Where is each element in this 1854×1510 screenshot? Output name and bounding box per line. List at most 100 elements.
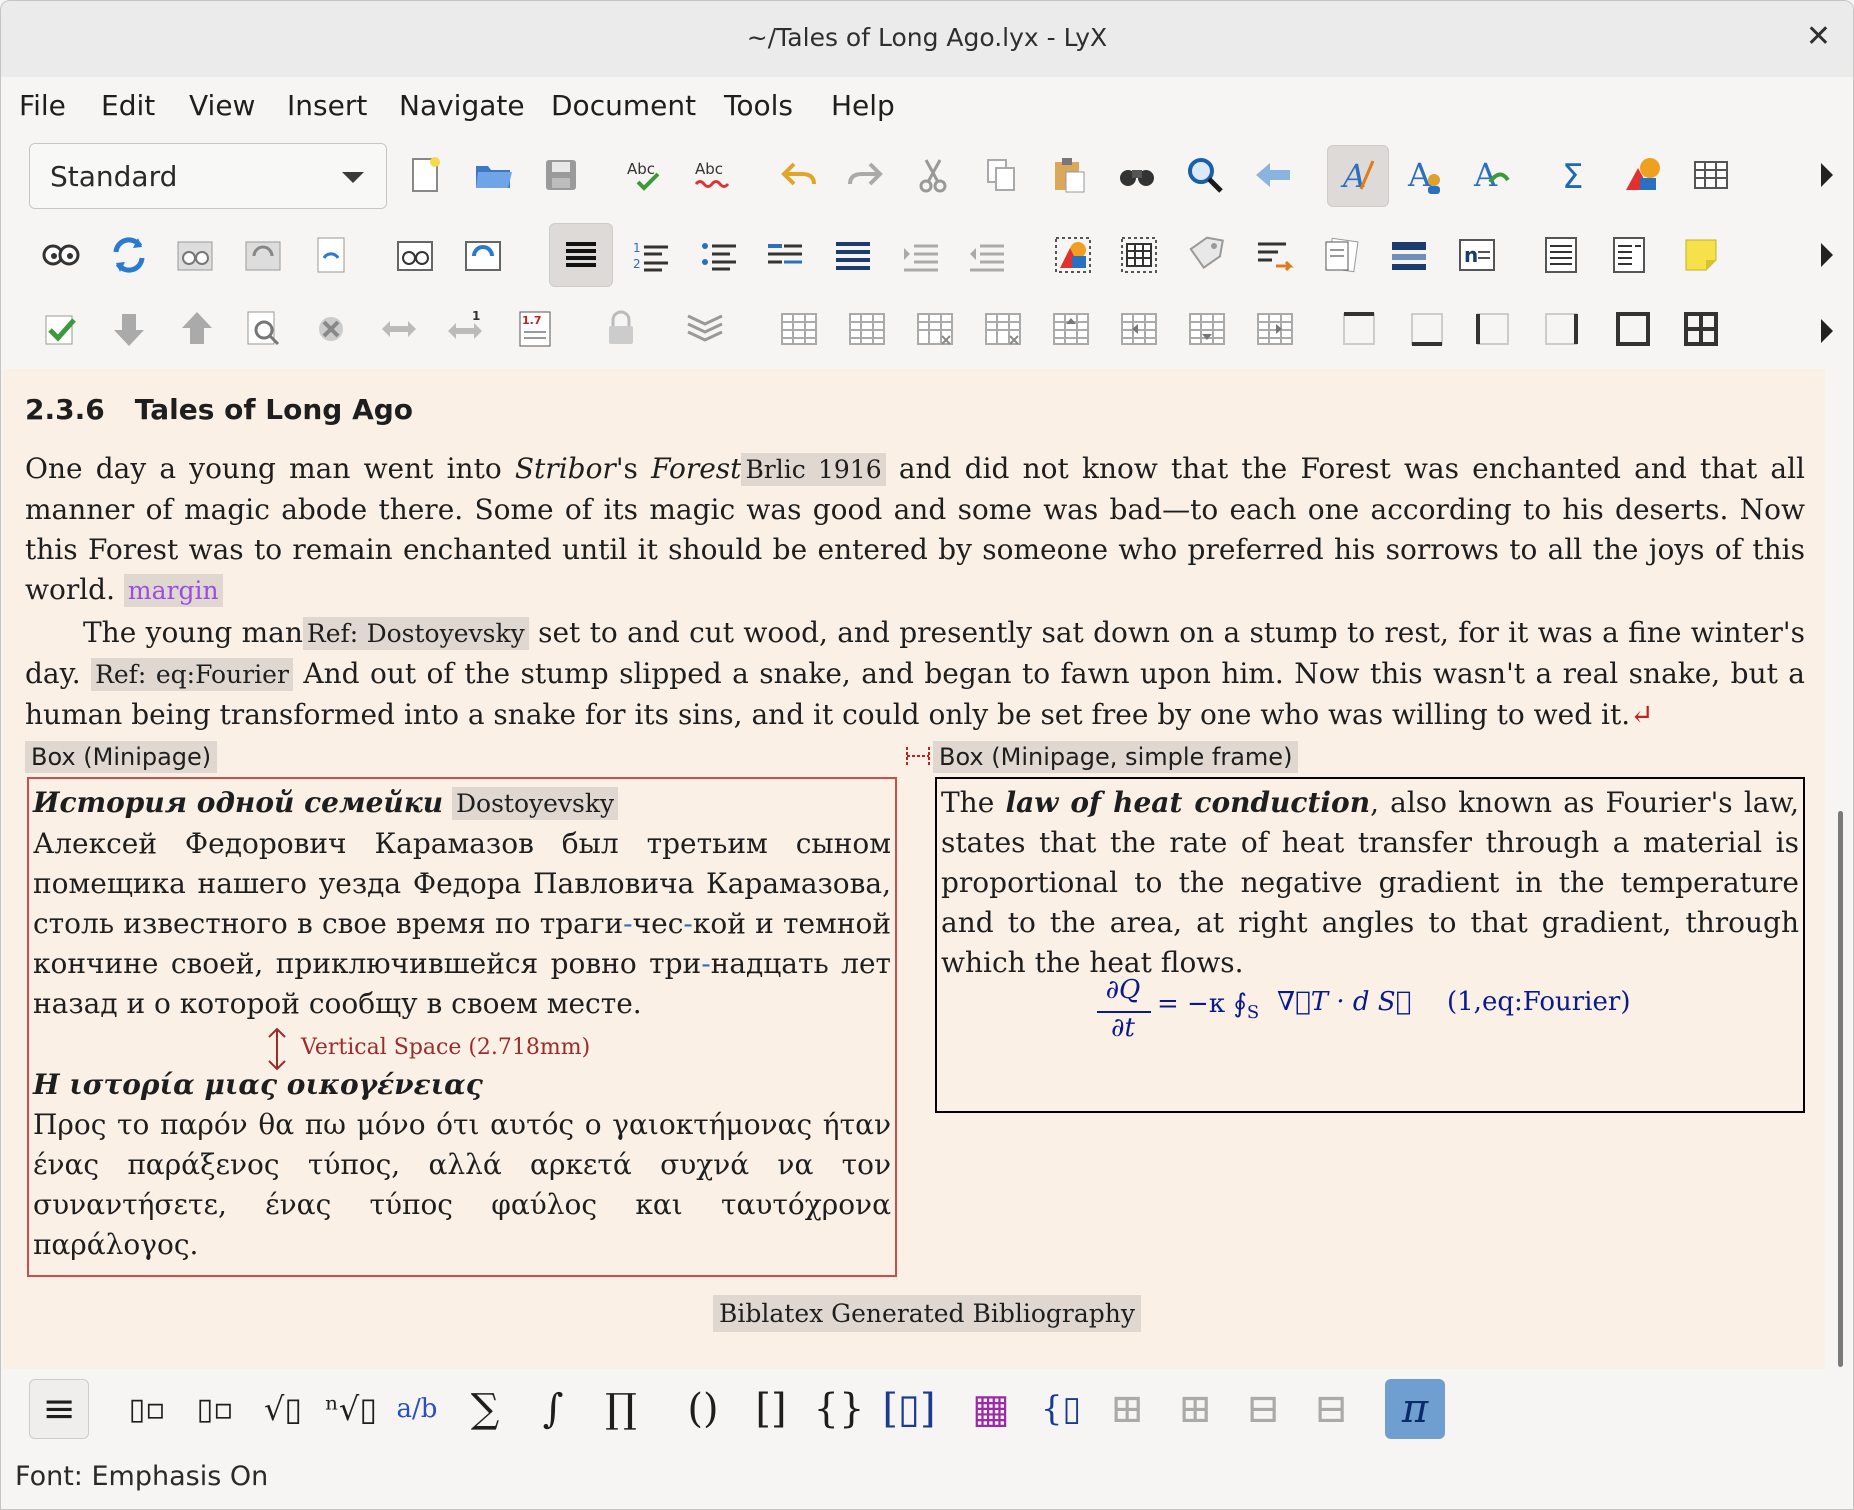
reject-change-icon[interactable] (303, 301, 359, 357)
scrollbar-thumb[interactable] (1838, 811, 1843, 1367)
reference-inset[interactable]: Ref: Dostoyevsky (302, 617, 529, 650)
menu-help[interactable]: Help (831, 89, 895, 122)
bibliography-inset[interactable]: Biblatex Generated Bibliography (713, 1295, 1141, 1332)
layers-icon[interactable] (677, 301, 733, 357)
close-icon[interactable]: ✕ (1806, 19, 1831, 54)
parentheses-icon[interactable]: () (673, 1379, 733, 1439)
view-master-icon[interactable] (167, 227, 223, 283)
table-append-column-icon[interactable] (839, 301, 895, 357)
open-icon[interactable] (465, 147, 521, 203)
merge-icon[interactable] (371, 301, 427, 357)
vertical-scrollbar[interactable] (1827, 369, 1853, 1369)
border-right-icon[interactable] (1533, 301, 1589, 357)
nomenclature-icon[interactable]: n (1449, 227, 1505, 283)
update-master-icon[interactable] (235, 227, 291, 283)
minipage-right[interactable]: The law of heat conduction, also known a… (935, 777, 1805, 1113)
sum-icon[interactable]: ∑ (455, 1379, 515, 1439)
spellcheck-continuous-icon[interactable]: Abc (685, 147, 741, 203)
margin-note-inset[interactable]: margin (123, 574, 223, 607)
update-icon[interactable] (101, 227, 157, 283)
menu-navigate[interactable]: Navigate (399, 89, 525, 122)
undo-icon[interactable] (771, 147, 827, 203)
accept-change-icon[interactable] (33, 301, 89, 357)
braces-icon[interactable]: {} (809, 1379, 869, 1439)
citation-inset[interactable]: Brlic 1916 (741, 453, 886, 486)
menu-edit[interactable]: Edit (101, 89, 155, 122)
toolbar-more-icon[interactable] (1815, 311, 1839, 351)
border-outer-icon[interactable] (1605, 301, 1661, 357)
enumerate-icon[interactable]: 12 (623, 227, 679, 283)
insert-figure-icon[interactable] (1045, 227, 1101, 283)
depth-increase-icon[interactable] (893, 227, 949, 283)
minipage-left[interactable]: История одной семейки Dostoyevsky Алексе… (27, 777, 897, 1277)
description-icon[interactable] (757, 227, 813, 283)
version-icon[interactable]: 1.7 (507, 301, 563, 357)
menu-insert[interactable]: Insert (287, 89, 367, 122)
update-source-icon[interactable] (455, 227, 511, 283)
brackets-icon[interactable]: [] (741, 1379, 801, 1439)
superscript-icon[interactable]: ▯▫ (185, 1379, 245, 1439)
list-icon[interactable] (825, 227, 881, 283)
border-left-icon[interactable] (1465, 301, 1521, 357)
paragraph-1[interactable]: One day a young man went into Stribor's … (25, 449, 1805, 611)
menu-view[interactable]: View (189, 89, 255, 122)
insert-graphics-icon[interactable] (1615, 147, 1671, 203)
view-source-icon[interactable] (387, 227, 443, 283)
display-math-icon[interactable]: ≡ (29, 1379, 89, 1439)
integral-icon[interactable]: ∫ (523, 1379, 583, 1439)
find-icon[interactable] (1177, 147, 1233, 203)
paste-icon[interactable] (1041, 147, 1097, 203)
view-other-icon[interactable] (303, 227, 359, 283)
table-append-row-icon[interactable] (771, 301, 827, 357)
menu-document[interactable]: Document (551, 89, 696, 122)
back-icon[interactable] (1245, 147, 1301, 203)
marginal-note-icon[interactable] (1601, 227, 1657, 283)
review-icon[interactable] (235, 301, 291, 357)
table-move-left-icon[interactable] (1111, 301, 1167, 357)
math-panels-icon[interactable]: π (1385, 1379, 1445, 1439)
box-minipage-label[interactable]: Box (Minipage) (25, 741, 218, 773)
emphasis-icon[interactable]: A (1327, 145, 1389, 207)
math-delete-row-icon[interactable]: ⊟ (1233, 1379, 1293, 1439)
toolbar-more-icon[interactable] (1815, 235, 1839, 275)
matrix-icon[interactable]: ▦ (961, 1379, 1021, 1439)
index-icon[interactable] (1381, 227, 1437, 283)
border-top-icon[interactable] (1331, 301, 1387, 357)
toolbar-more-icon[interactable] (1815, 155, 1839, 195)
copy-icon[interactable] (973, 147, 1029, 203)
subscript-icon[interactable]: ▯▫ (117, 1379, 177, 1439)
align-justify-icon[interactable] (549, 223, 613, 287)
document-workarea[interactable]: 2.3.6 Tales of Long Ago One day a young m… (3, 369, 1825, 1369)
noun-icon[interactable]: A (1397, 147, 1453, 203)
spellcheck-icon[interactable]: Abc (617, 147, 673, 203)
vertical-space-inset[interactable]: Vertical Space (2.718mm) (268, 1027, 590, 1071)
itemize-icon[interactable] (691, 227, 747, 283)
insert-table-float-icon[interactable] (1111, 227, 1167, 283)
cut-icon[interactable] (905, 147, 961, 203)
redo-icon[interactable] (837, 147, 893, 203)
fraction-icon[interactable]: a/b (387, 1379, 447, 1439)
previous-change-icon[interactable] (169, 301, 225, 357)
reference-inset[interactable]: Ref: eq:Fourier (91, 658, 293, 691)
compare-icon[interactable]: 1 (437, 301, 493, 357)
menu-file[interactable]: File (19, 89, 66, 122)
border-bottom-icon[interactable] (1399, 301, 1455, 357)
sqrt-icon[interactable]: √▯ (253, 1379, 313, 1439)
table-move-right-icon[interactable] (1247, 301, 1303, 357)
box-framed-label[interactable]: Box (Minipage, simple frame) (933, 741, 1299, 773)
math-append-row-icon[interactable]: ⊞ (1097, 1379, 1157, 1439)
math-delete-column-icon[interactable]: ⊟ (1301, 1379, 1361, 1439)
table-delete-column-icon[interactable] (975, 301, 1031, 357)
lock-icon[interactable] (593, 301, 649, 357)
cases-icon[interactable]: {▯ (1031, 1379, 1091, 1439)
menu-tools[interactable]: Tools (724, 89, 793, 122)
citation-icon[interactable] (1313, 227, 1369, 283)
next-change-icon[interactable] (101, 301, 157, 357)
new-document-icon[interactable] (397, 147, 453, 203)
table-move-down-icon[interactable] (1179, 301, 1235, 357)
footnote-icon[interactable] (1533, 227, 1589, 283)
paragraph-2[interactable]: The young man Ref: Dostoyevsky set to and… (25, 613, 1805, 735)
text-style-icon[interactable]: A (1463, 147, 1519, 203)
depth-decrease-icon[interactable] (959, 227, 1015, 283)
border-all-icon[interactable] (1673, 301, 1729, 357)
